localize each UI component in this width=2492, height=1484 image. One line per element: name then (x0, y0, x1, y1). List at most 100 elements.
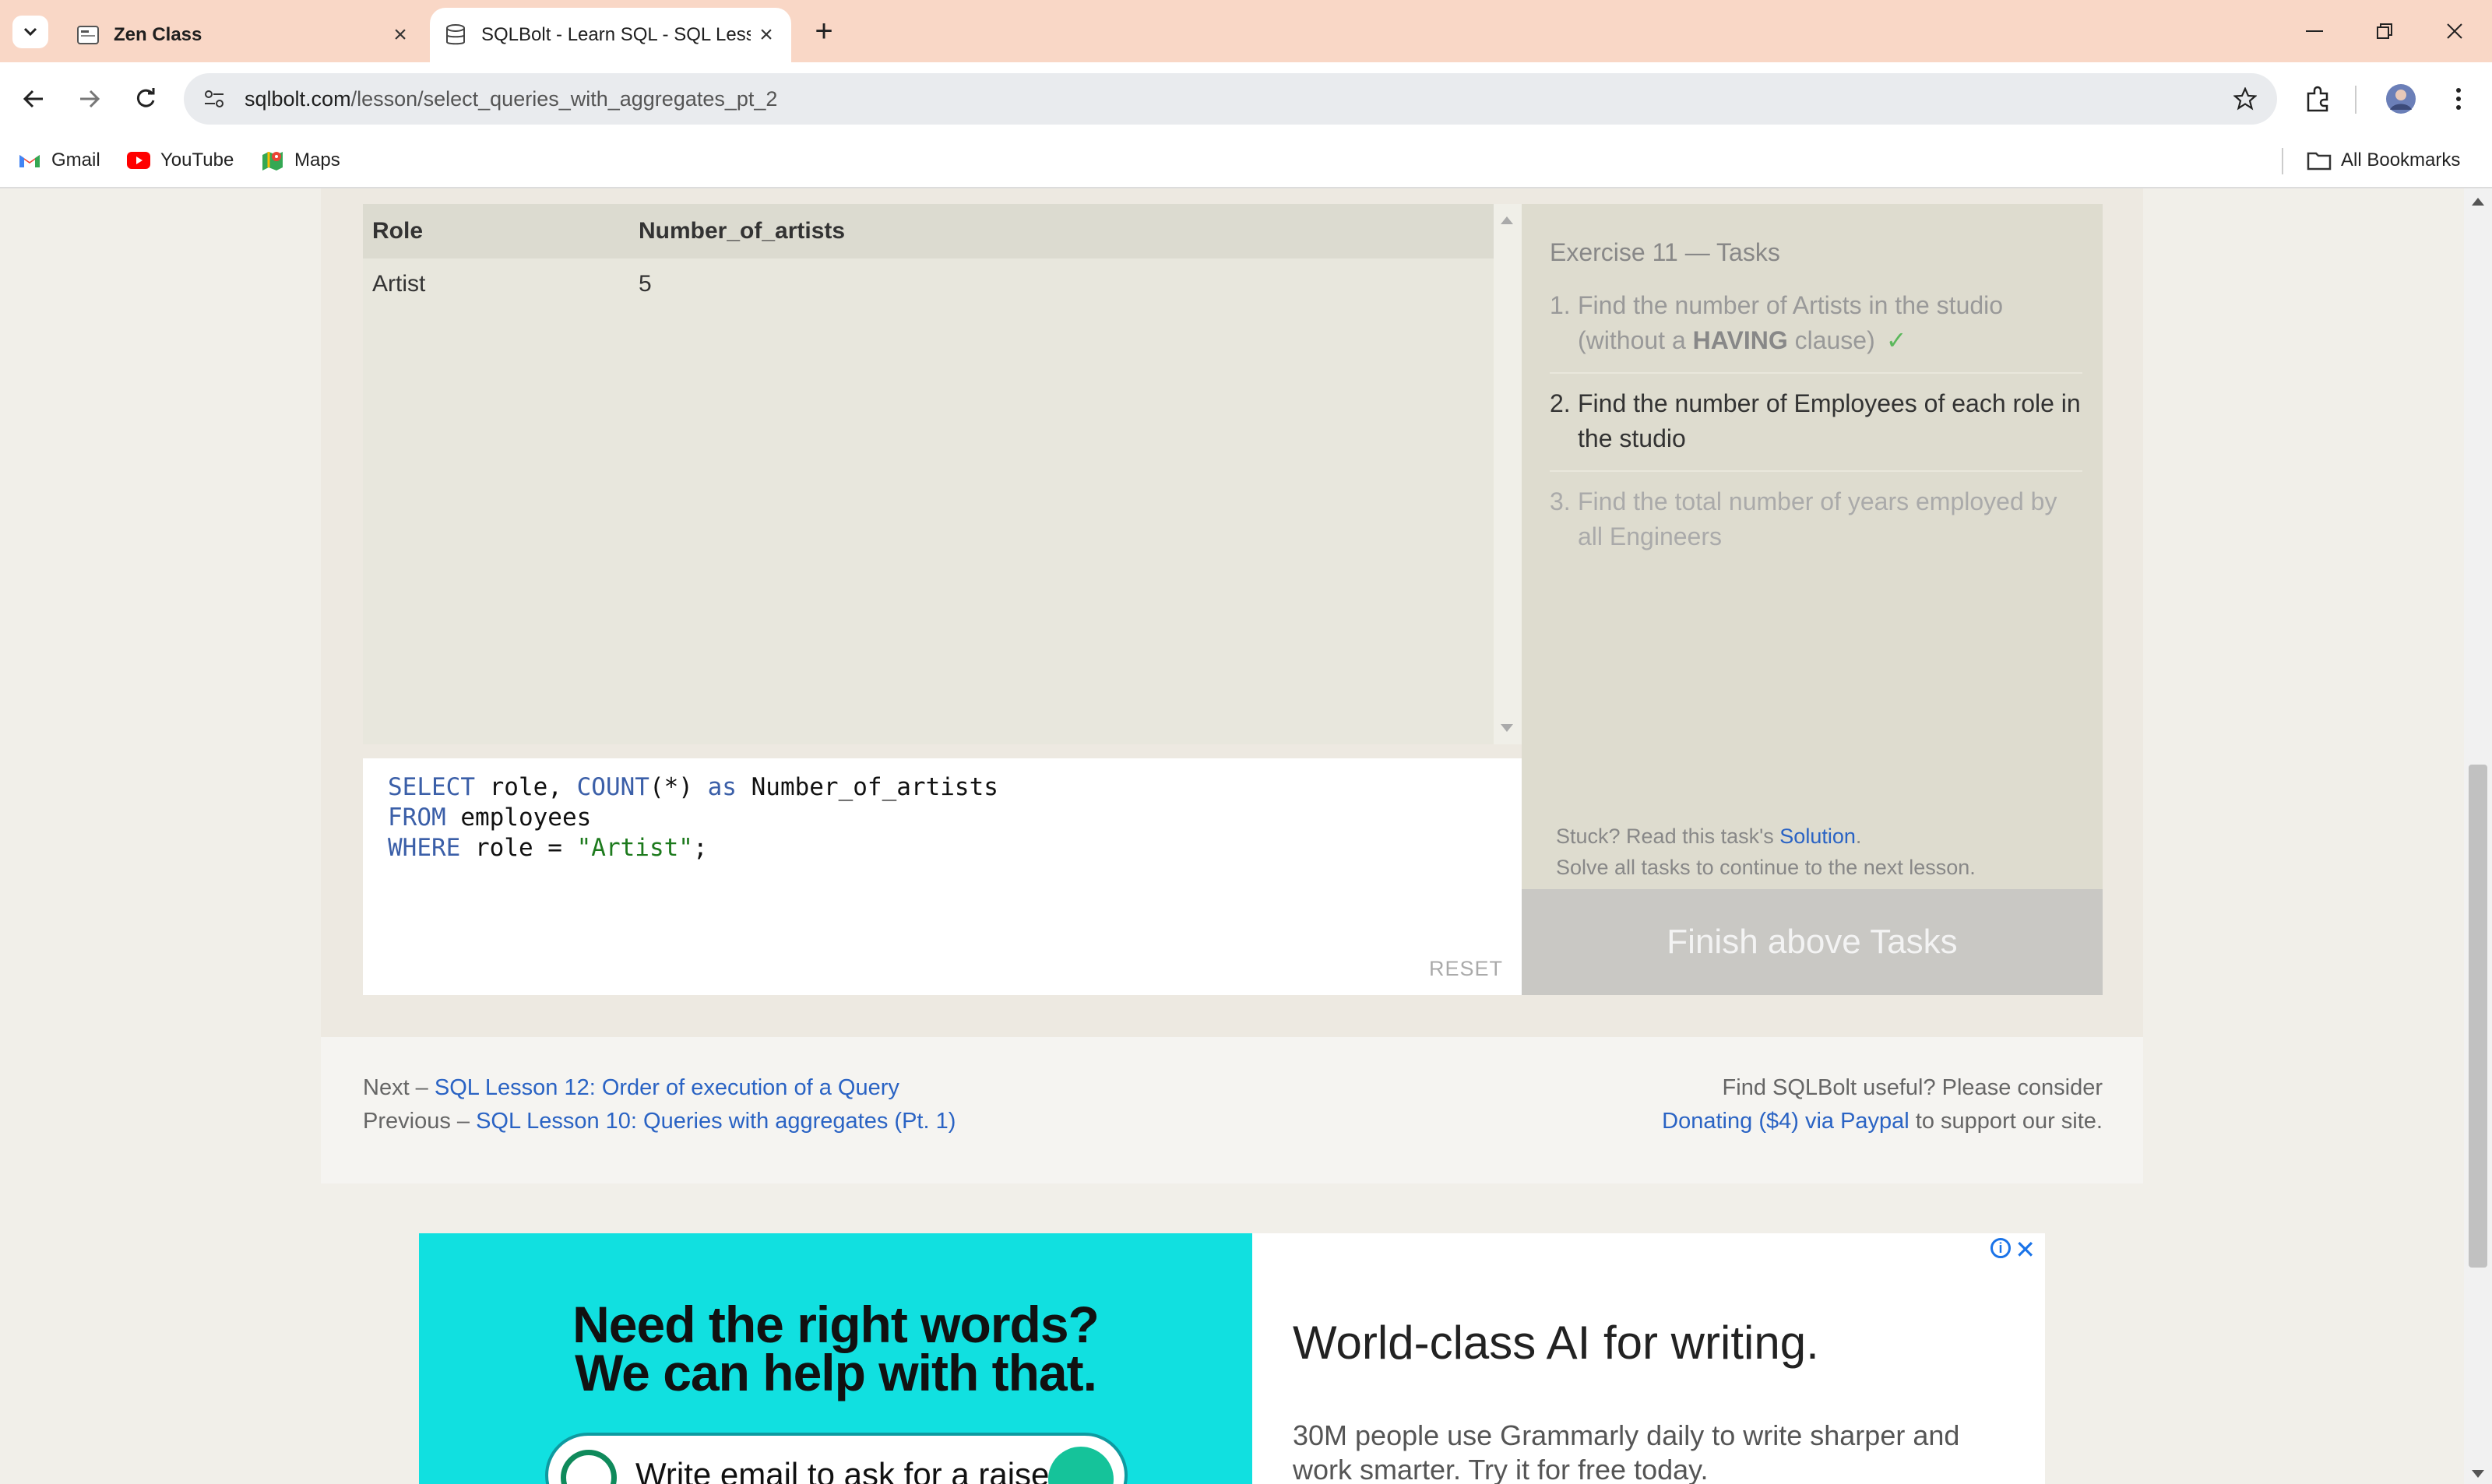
tab-zen-class[interactable]: Zen Class × (62, 8, 425, 62)
results-scrollbar[interactable] (1494, 204, 1522, 744)
ad-headline: Need the right words? We can help with t… (572, 1296, 1100, 1401)
finish-tasks-button[interactable]: Finish above Tasks (1522, 889, 2103, 995)
lesson-navigation: Next – SQL Lesson 12: Order of execution… (321, 1037, 2143, 1183)
scroll-down-icon[interactable] (2472, 1470, 2484, 1478)
info-icon[interactable]: i (1990, 1238, 2011, 1258)
stuck-note: Stuck? Read this task's Solution. Solve … (1556, 821, 1976, 883)
lesson-links: Next – SQL Lesson 12: Order of execution… (363, 1075, 956, 1134)
gmail-icon (17, 149, 42, 172)
scroll-up-icon[interactable] (1501, 216, 1513, 224)
window-close-button[interactable] (2431, 14, 2478, 48)
code-line: FROM employees (388, 804, 592, 832)
restore-button[interactable] (2361, 14, 2408, 48)
all-bookmarks-button[interactable]: All Bookmarks (2307, 145, 2460, 176)
reload-button[interactable] (128, 81, 164, 117)
reset-button[interactable]: RESET (1429, 957, 1503, 981)
task-list: 1. Find the number of Artists in the stu… (1550, 288, 2082, 581)
task-item-1: 1. Find the number of Artists in the stu… (1550, 288, 2082, 374)
page-content: Role Number_of_artists Artist 5 SELECT r… (0, 188, 2492, 1484)
tab-sqlbolt[interactable]: SQLBolt - Learn SQL - SQL Less × (430, 8, 791, 62)
close-icon[interactable]: ✕ (2015, 1235, 2036, 1264)
donate-link[interactable]: Donating ($4) via Paypal (1662, 1109, 1909, 1134)
back-button[interactable] (16, 81, 51, 117)
forward-button[interactable] (72, 81, 107, 117)
close-icon[interactable]: × (385, 19, 416, 51)
task-text: Find the number of Employees of each rol… (1578, 389, 2081, 452)
previous-lesson-link[interactable]: SQL Lesson 10: Queries with aggregates (… (476, 1109, 956, 1134)
tab-title: Zen Class (114, 24, 202, 45)
star-icon (2233, 87, 2257, 111)
bookmarks-bar: Gmail YouTube Maps All Bookmarks (0, 134, 2492, 188)
task-item-2: 2. Find the number of Employees of each … (1550, 386, 2082, 472)
ad-prompt-text: Write email to ask for a raise (635, 1456, 1050, 1484)
sql-editor[interactable]: SELECT role, COUNT(*) as Number_of_artis… (363, 758, 1522, 995)
url-text: sqlbolt.com/lesson/select_queries_with_a… (245, 87, 777, 111)
query-results: Role Number_of_artists Artist 5 (363, 204, 1498, 744)
bookmark-maps[interactable]: Maps (260, 145, 340, 176)
task-text: Find the total number of years employed … (1578, 487, 2057, 550)
solution-link[interactable]: Solution (1779, 825, 1856, 848)
send-icon[interactable] (1048, 1447, 1114, 1484)
zen-class-favicon-icon (76, 23, 100, 47)
ad-body: 30M people use Grammarly daily to write … (1293, 1419, 1960, 1484)
advertisement[interactable]: Need the right words? We can help with t… (419, 1233, 2045, 1484)
kebab-menu-icon (2456, 88, 2461, 110)
table-cell: Artist (372, 271, 426, 297)
scroll-down-icon[interactable] (1501, 724, 1513, 732)
extensions-button[interactable] (2299, 79, 2338, 118)
menu-button[interactable] (2439, 79, 2478, 118)
tab-search-button[interactable] (12, 16, 48, 48)
bookmarks-divider (2282, 148, 2283, 174)
bookmark-label: YouTube (160, 149, 234, 171)
table-row: Artist 5 (363, 258, 1498, 310)
close-icon[interactable]: × (751, 19, 782, 51)
donate-note: Find SQLBolt useful? Please consider Don… (1662, 1075, 2103, 1134)
bookmark-star-button[interactable] (2229, 83, 2261, 115)
continue-note: Solve all tasks to continue to the next … (1556, 856, 1976, 879)
code-line: WHERE role = "Artist"; (388, 834, 708, 862)
all-bookmarks-label: All Bookmarks (2341, 149, 2461, 171)
ad-left-panel: Need the right words? We can help with t… (419, 1233, 1252, 1484)
column-header: Number_of_artists (629, 204, 1498, 258)
next-lesson-link[interactable]: SQL Lesson 12: Order of execution of a Q… (435, 1075, 899, 1100)
tasks-panel: Exercise 11 — Tasks 1. Find the number o… (1522, 204, 2103, 995)
folder-icon (2307, 149, 2332, 172)
address-bar[interactable]: sqlbolt.com/lesson/select_queries_with_a… (184, 73, 2277, 125)
bookmark-label: Maps (294, 149, 340, 171)
minimize-icon (2306, 30, 2323, 32)
minimize-button[interactable] (2291, 14, 2338, 48)
url-host: sqlbolt.com (245, 87, 351, 111)
restore-icon (2377, 23, 2392, 39)
column-header: Role (363, 204, 629, 258)
tab-title: SQLBolt - Learn SQL - SQL Less (481, 24, 751, 45)
maps-icon (260, 149, 285, 172)
database-icon (444, 23, 467, 47)
youtube-icon (126, 149, 151, 172)
site-info-icon[interactable] (198, 83, 231, 115)
arrow-left-icon (23, 90, 43, 108)
task-item-3: 3. Find the total number of years employ… (1550, 484, 2082, 568)
ad-prompt-box[interactable]: Write email to ask for a raise (545, 1433, 1128, 1484)
reload-icon (136, 88, 155, 107)
avatar-icon (2386, 84, 2416, 114)
task-text: Find the number of Artists in the studio… (1578, 291, 2004, 354)
profile-avatar[interactable] (2381, 79, 2420, 118)
new-tab-button[interactable]: + (807, 16, 841, 50)
toolbar-divider (2355, 86, 2356, 114)
tab-strip: Zen Class × SQLBolt - Learn SQL - SQL Le… (0, 0, 2492, 62)
ad-title: World-class AI for writing. (1293, 1317, 1819, 1369)
scroll-up-icon[interactable] (2472, 198, 2484, 206)
bookmark-gmail[interactable]: Gmail (17, 145, 100, 176)
chevron-down-icon (23, 27, 37, 37)
bookmark-label: Gmail (51, 149, 100, 171)
scrollbar-thumb[interactable] (2469, 765, 2487, 1268)
close-icon (2447, 23, 2462, 39)
url-path: /lesson/select_queries_with_aggregates_p… (350, 87, 778, 111)
table-cell: 5 (639, 271, 652, 297)
sql-code[interactable]: SELECT role, COUNT(*) as Number_of_artis… (388, 772, 998, 863)
page-scrollbar[interactable] (2464, 188, 2492, 1484)
bookmark-youtube[interactable]: YouTube (126, 145, 234, 176)
results-table: Role Number_of_artists Artist 5 (363, 204, 1498, 310)
tasks-title: Exercise 11 — Tasks (1550, 238, 1780, 266)
checkmark-icon: ✓ (1885, 326, 1907, 354)
